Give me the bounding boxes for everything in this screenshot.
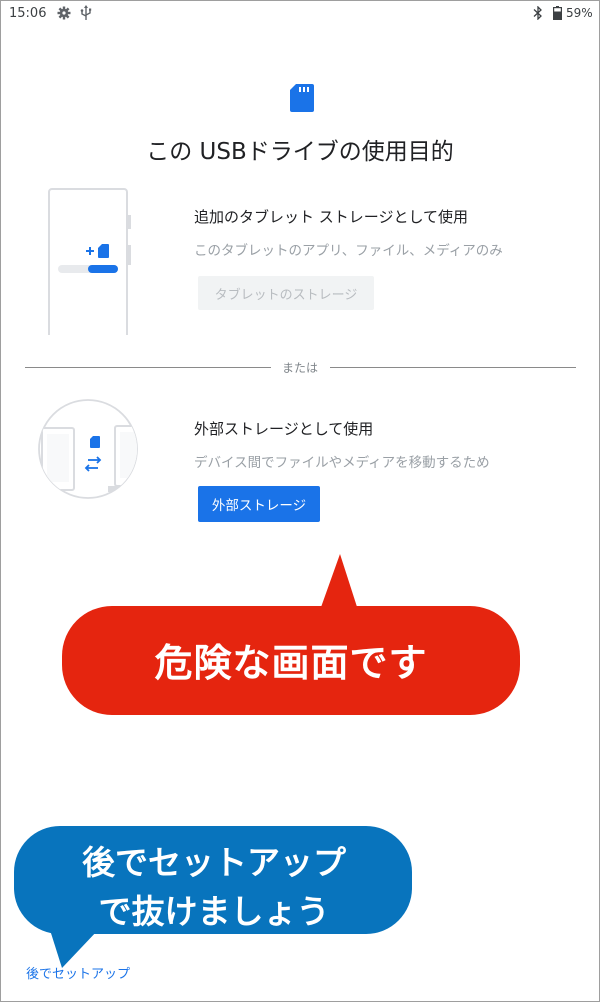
tablet-storage-title: 追加のタブレット ストレージとして使用 (194, 208, 469, 226)
warning-callout-text: 危険な画面です (154, 641, 428, 685)
external-storage-button[interactable]: 外部ストレージ (198, 486, 320, 522)
divider-line-left (25, 367, 271, 368)
bluetooth-icon (533, 6, 542, 20)
hint-callout-line2: で抜けましょう (98, 892, 330, 931)
divider-label: または (282, 361, 319, 375)
status-bar: 15:06 59% (0, 0, 600, 28)
divider-line-right (330, 367, 576, 368)
hint-callout-line1: 後でセットアップ (82, 843, 346, 882)
page-title: この USBドライブの使用目的 (146, 139, 454, 165)
gear-icon (57, 6, 71, 20)
battery-icon (553, 6, 562, 20)
external-storage-illustration (38, 399, 138, 499)
external-storage-description: デバイス間でファイルやメディアを移動するため (194, 455, 490, 471)
tablet-storage-illustration (48, 188, 131, 335)
tablet-storage-button[interactable]: タブレットのストレージ (198, 276, 374, 310)
battery-percent: 59% (566, 6, 593, 20)
usb-icon (80, 5, 92, 20)
sd-card-icon (290, 84, 314, 112)
tablet-storage-description: このタブレットのアプリ、ファイル、メディアのみ (194, 243, 503, 259)
setup-later-link[interactable]: 後でセットアップ (26, 963, 130, 982)
status-time: 15:06 (9, 6, 47, 21)
external-storage-title: 外部ストレージとして使用 (194, 420, 374, 438)
